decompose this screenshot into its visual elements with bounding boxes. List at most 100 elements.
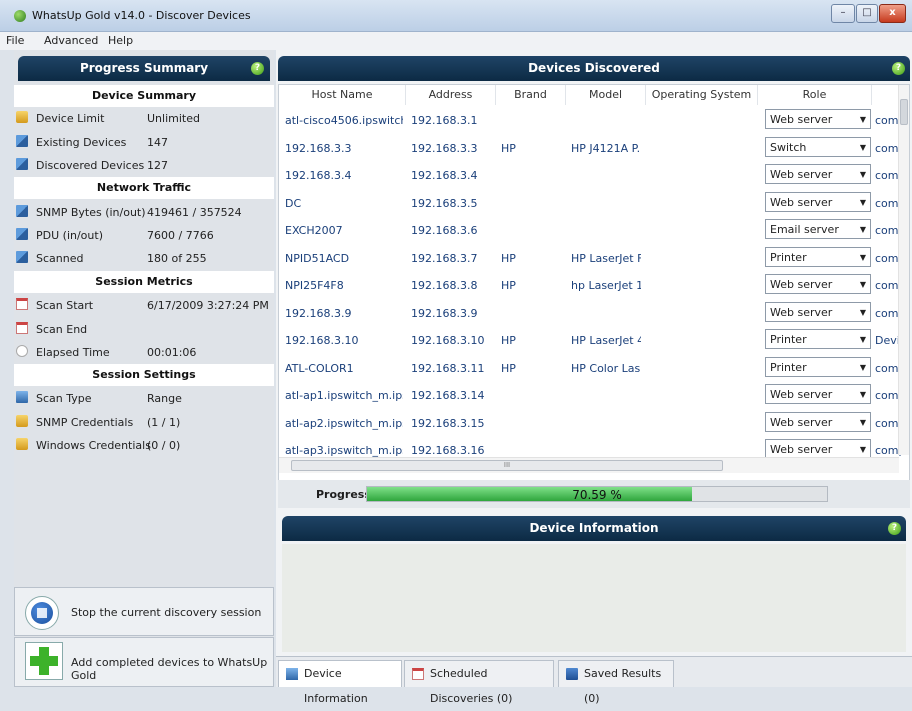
table-row[interactable]: DC 192.168.3.5 Web server ▼ comp (279, 189, 905, 217)
scan-type-icon (16, 391, 28, 403)
role-value: Web server (770, 415, 833, 429)
column-header-host-name[interactable]: Host Name (279, 85, 406, 105)
role-select[interactable]: Printer ▼ (765, 246, 871, 267)
minimize-button[interactable]: – (831, 4, 855, 23)
add-devices-label: Add completed devices to WhatsUp Gold (71, 656, 268, 682)
devices-discovered-title: Devices Discovered (528, 61, 660, 75)
summary-value: (1 / 1) (147, 416, 181, 429)
summary-row-pdu: PDU (in/out) 7600 / 7766 (14, 224, 274, 246)
table-row[interactable]: EXCH2007 192.168.3.6 Email server ▼ comp (279, 216, 905, 244)
chevron-down-icon[interactable]: ▼ (860, 308, 866, 317)
summary-value: Range (147, 392, 182, 405)
progress-summary-panel: Progress Summary ? Device Summary Device… (14, 50, 274, 687)
summary-row-scan-start: Scan Start 6/17/2009 3:27:24 PM (14, 294, 274, 316)
column-header-model[interactable]: Model (566, 85, 646, 105)
table-row[interactable]: ATL-COLOR1 192.168.3.11 HP HP Color Las Prin… (279, 354, 905, 382)
role-select[interactable]: Printer ▼ (765, 356, 871, 377)
progress-summary-header: Progress Summary ? (18, 56, 270, 81)
table-row[interactable]: atl-ap1.ipswitch_m.ipswi 192.168.3.14 Web … (279, 381, 905, 409)
cell-address: 192.168.3.15 (411, 416, 485, 430)
role-value: Switch (770, 140, 807, 154)
cell-host-name: EXCH2007 (285, 224, 343, 237)
help-icon[interactable]: ? (892, 62, 905, 75)
summary-value: 419461 / 357524 (147, 206, 242, 219)
vertical-scrollbar[interactable] (898, 85, 909, 455)
menu-file[interactable]: File (6, 34, 24, 47)
cell-address: 192.168.3.6 (411, 224, 478, 237)
menu-help[interactable]: Help (108, 34, 133, 47)
chevron-down-icon[interactable]: ▼ (860, 445, 866, 454)
summary-value: (0 / 0) (147, 439, 181, 452)
bottom-tabs: Device Information Scheduled Discoveries… (276, 656, 912, 705)
tab-scheduled-discoveries[interactable]: Scheduled Discoveries (0) (404, 660, 554, 705)
role-value: Web server (770, 388, 833, 401)
chevron-down-icon[interactable]: ▼ (860, 198, 866, 207)
table-row[interactable]: NPI25F4F8 192.168.3.8 HP hp LaserJet 1 Web s… (279, 271, 905, 299)
cell-brand: HP (501, 334, 516, 347)
add-devices-button[interactable]: Add completed devices to WhatsUp Gold (14, 637, 274, 687)
role-select[interactable]: Web server ▼ (765, 301, 871, 322)
cell-model: HP LaserJet 4 (571, 334, 641, 347)
table-row[interactable]: 192.168.3.4 192.168.3.4 Web server ▼ comp (279, 161, 905, 189)
chevron-down-icon[interactable]: ▼ (860, 363, 866, 372)
column-header-brand[interactable]: Brand (496, 85, 566, 105)
maximize-button[interactable]: □ (856, 4, 878, 23)
role-select[interactable]: Web server ▼ (765, 109, 871, 129)
chevron-down-icon[interactable]: ▼ (860, 280, 866, 289)
chevron-down-icon[interactable]: ▼ (860, 170, 866, 179)
role-select[interactable]: Web server ▼ (765, 439, 871, 459)
section-title-session-metrics: Session Metrics (14, 271, 274, 293)
table-row[interactable]: 192.168.3.3 192.168.3.3 HP HP J4121A P. Swit… (279, 134, 905, 162)
column-header-address[interactable]: Address (406, 85, 496, 105)
cell-host-name: 192.168.3.4 (285, 169, 352, 182)
table-row[interactable]: atl-cisco4506.ipswitch_m 192.168.3.1 Web s… (279, 106, 905, 134)
chevron-down-icon[interactable]: ▼ (860, 225, 866, 234)
table-row[interactable]: atl-ap2.ipswitch_m.ipswi 192.168.3.15 Web … (279, 409, 905, 437)
chevron-down-icon[interactable]: ▼ (860, 115, 866, 124)
role-select[interactable]: Web server ▼ (765, 384, 871, 404)
chevron-down-icon[interactable]: ▼ (860, 253, 866, 262)
cell-host-name: 192.168.3.3 (285, 141, 352, 155)
chevron-down-icon[interactable]: ▼ (860, 143, 866, 152)
table-row[interactable]: 192.168.3.10 192.168.3.10 HP HP LaserJet 4 P… (279, 326, 906, 354)
stop-discovery-button[interactable]: Stop the current discovery session (14, 587, 274, 636)
help-icon[interactable]: ? (251, 62, 264, 75)
calendar-icon (16, 298, 28, 310)
role-value: Printer (770, 360, 807, 374)
table-row[interactable]: 192.168.3.9 192.168.3.9 Web server ▼ comp (279, 299, 905, 327)
horizontal-scrollbar[interactable]: III (279, 457, 899, 473)
help-icon[interactable]: ? (888, 522, 901, 535)
close-button[interactable]: x (879, 4, 906, 23)
clock-icon (16, 345, 28, 357)
role-select[interactable]: Web server ▼ (765, 274, 871, 294)
section-title-session-settings: Session Settings (14, 364, 274, 386)
scroll-thumb[interactable] (900, 99, 908, 125)
chevron-down-icon[interactable]: ▼ (860, 418, 866, 427)
role-select[interactable]: Switch ▼ (765, 136, 871, 157)
tab-label: Saved Results (0) (584, 667, 662, 705)
column-header-role[interactable]: Role (758, 85, 872, 105)
role-select[interactable]: Email server ▼ (765, 219, 871, 239)
role-select[interactable]: Printer ▼ (765, 329, 871, 349)
lock-icon (16, 111, 28, 123)
tab-device-information[interactable]: Device Information (278, 660, 402, 705)
role-select[interactable]: Web server ▼ (765, 191, 871, 212)
role-value: Web server (770, 195, 833, 209)
summary-label: Scan Type (36, 392, 92, 405)
role-value: Web server (770, 443, 833, 456)
cell-model: hp LaserJet 1 (571, 279, 641, 292)
summary-value: 7600 / 7766 (147, 229, 214, 242)
role-select[interactable]: Web server ▼ (765, 164, 871, 184)
chevron-down-icon[interactable]: ▼ (860, 390, 866, 399)
progress-area: Progress 70.59 % (278, 480, 910, 508)
menu-advanced[interactable]: Advanced (44, 34, 98, 47)
cell-model: HP Color Las (571, 361, 641, 375)
chevron-down-icon[interactable]: ▼ (860, 335, 866, 344)
lock-icon (16, 415, 28, 427)
role-select[interactable]: Web server ▼ (765, 411, 871, 432)
tab-saved-results[interactable]: Saved Results (0) (558, 660, 674, 705)
table-row[interactable]: NPID51ACD 192.168.3.7 HP HP LaserJet F Print… (279, 244, 905, 272)
device-information-body (282, 544, 906, 652)
scroll-thumb[interactable]: III (291, 460, 723, 471)
column-header-operating-system[interactable]: Operating System (646, 85, 758, 105)
